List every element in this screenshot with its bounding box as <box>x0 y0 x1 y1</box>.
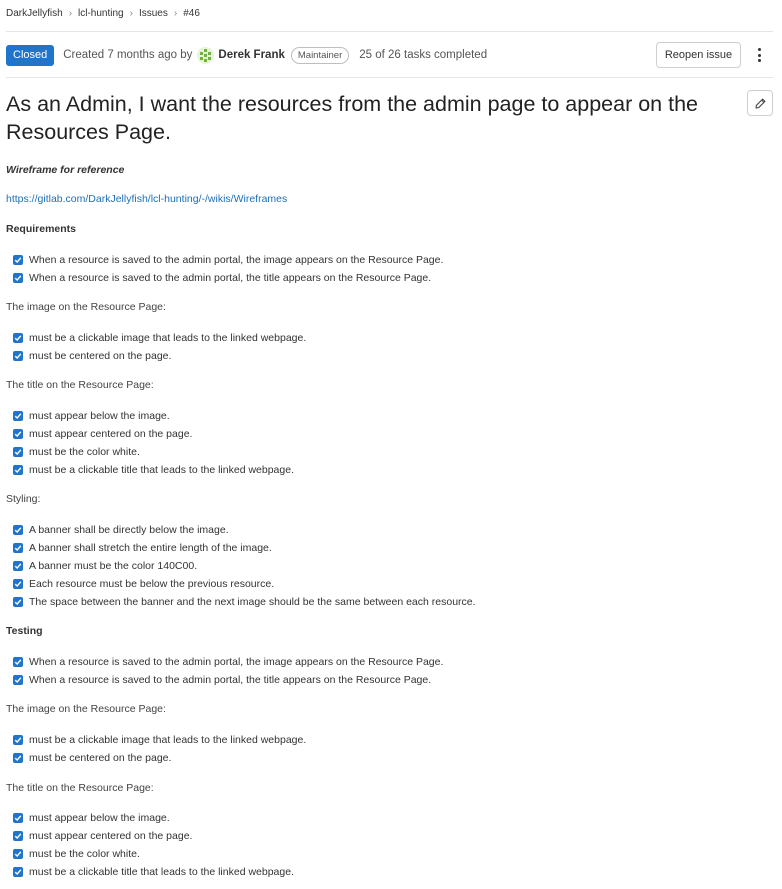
breadcrumb-item-issues[interactable]: Issues <box>139 8 168 19</box>
checkbox-checked-icon[interactable] <box>13 351 23 361</box>
checkbox-checked-icon[interactable] <box>13 333 23 343</box>
chevron-right-icon: › <box>129 8 133 19</box>
checkbox-checked-icon[interactable] <box>13 543 23 553</box>
breadcrumb: DarkJellyfish › lcl-hunting › Issues › #… <box>6 8 200 19</box>
checkbox-checked-icon[interactable] <box>13 597 23 607</box>
wireframe-heading: Wireframe for reference <box>6 164 125 176</box>
task-item[interactable]: must appear below the image. <box>13 410 170 422</box>
checkbox-checked-icon[interactable] <box>13 273 23 283</box>
task-text: A banner shall stretch the entire length… <box>29 542 272 554</box>
task-text: must be a clickable title that leads to … <box>29 866 294 878</box>
breadcrumb-item-project[interactable]: lcl-hunting <box>78 8 124 19</box>
task-item[interactable]: When a resource is saved to the admin po… <box>13 656 443 668</box>
requirements-heading: Requirements <box>6 223 77 235</box>
task-item[interactable]: A banner must be the color 140C00. <box>13 560 197 572</box>
task-text: must appear below the image. <box>29 812 170 824</box>
section-heading: The title on the Resource Page: <box>6 782 154 794</box>
task-item[interactable]: must be the color white. <box>13 848 140 860</box>
task-item[interactable]: must be centered on the page. <box>13 752 171 764</box>
task-text: When a resource is saved to the admin po… <box>29 674 432 686</box>
task-text: must appear centered on the page. <box>29 428 193 440</box>
checkbox-checked-icon[interactable] <box>13 735 23 745</box>
testing-heading: Testing <box>6 625 43 637</box>
task-text: When a resource is saved to the admin po… <box>29 656 444 668</box>
task-text: A banner must be the color 140C00. <box>29 560 198 572</box>
reopen-issue-button[interactable]: Reopen issue <box>656 42 741 68</box>
section-heading: The image on the Resource Page: <box>6 301 166 313</box>
checkbox-checked-icon[interactable] <box>13 465 23 475</box>
chevron-right-icon: › <box>173 8 178 19</box>
section-heading: The image on the Resource Page: <box>6 703 166 715</box>
task-item[interactable]: must be a clickable image that leads to … <box>13 734 306 746</box>
pencil-icon <box>755 98 765 108</box>
section-heading: Styling: <box>6 493 41 505</box>
checkbox-checked-icon[interactable] <box>13 849 23 859</box>
task-text: must be a clickable image that leads to … <box>29 734 307 746</box>
checkbox-checked-icon[interactable] <box>13 831 23 841</box>
checkbox-checked-icon[interactable] <box>13 411 23 421</box>
task-item[interactable]: must be centered on the page. <box>13 350 171 362</box>
kebab-menu-icon[interactable] <box>752 45 766 65</box>
task-item[interactable]: Each resource must be below the previous… <box>13 578 274 590</box>
task-text: must appear below the image. <box>29 410 170 422</box>
task-text: Each resource must be below the previous… <box>29 578 275 590</box>
edit-button[interactable] <box>747 90 773 116</box>
task-item[interactable]: The space between the banner and the nex… <box>13 596 476 608</box>
task-item[interactable]: A banner shall stretch the entire length… <box>13 542 272 554</box>
checkbox-checked-icon[interactable] <box>13 255 23 265</box>
task-item[interactable]: When a resource is saved to the admin po… <box>13 272 431 284</box>
task-text: When a resource is saved to the admin po… <box>29 254 444 266</box>
task-item[interactable]: must appear below the image. <box>13 812 170 824</box>
checkbox-checked-icon[interactable] <box>13 657 23 667</box>
wireframe-link[interactable]: https://gitlab.com/DarkJellyfish/lcl-hun… <box>6 193 287 205</box>
task-item[interactable]: must be a clickable image that leads to … <box>13 332 306 344</box>
task-item[interactable]: must be a clickable title that leads to … <box>13 866 294 878</box>
task-item[interactable]: When a resource is saved to the admin po… <box>13 674 431 686</box>
task-item[interactable]: When a resource is saved to the admin po… <box>13 254 443 266</box>
task-text: must appear centered on the page. <box>29 830 193 842</box>
divider <box>6 77 773 78</box>
divider <box>6 31 773 32</box>
task-text: When a resource is saved to the admin po… <box>29 272 432 284</box>
avatar[interactable] <box>197 46 215 64</box>
section-heading: The title on the Resource Page: <box>6 379 154 391</box>
task-item[interactable]: must appear centered on the page. <box>13 428 192 440</box>
task-text: must be the color white. <box>29 446 140 458</box>
role-badge: Maintainer <box>290 46 350 64</box>
task-item[interactable]: must appear centered on the page. <box>13 830 192 842</box>
task-text: The space between the banner and the nex… <box>29 596 476 608</box>
task-text: must be a clickable image that leads to … <box>29 332 307 344</box>
checkbox-checked-icon[interactable] <box>13 525 23 535</box>
task-text: must be a clickable title that leads to … <box>29 464 294 476</box>
task-item[interactable]: A banner shall be directly below the ima… <box>13 524 229 536</box>
checkbox-checked-icon[interactable] <box>13 675 23 685</box>
task-text: A banner shall be directly below the ima… <box>29 524 229 536</box>
task-text: must be centered on the page. <box>29 752 172 764</box>
task-progress: 25 of 26 tasks completed <box>359 49 488 61</box>
checkbox-checked-icon[interactable] <box>13 753 23 763</box>
issue-title: As an Admin, I want the resources from t… <box>6 92 698 144</box>
author-link[interactable]: Derek Frank <box>218 49 284 61</box>
created-text: Created 7 months ago by <box>63 49 193 61</box>
checkbox-checked-icon[interactable] <box>13 867 23 877</box>
task-item[interactable]: must be the color white. <box>13 446 140 458</box>
status-badge: Closed <box>6 44 55 66</box>
task-text: must be the color white. <box>29 848 140 860</box>
checkbox-checked-icon[interactable] <box>13 447 23 457</box>
checkbox-checked-icon[interactable] <box>13 561 23 571</box>
task-item[interactable]: must be a clickable title that leads to … <box>13 464 294 476</box>
checkbox-checked-icon[interactable] <box>13 429 23 439</box>
breadcrumb-item-issue-number[interactable]: #46 <box>183 8 200 19</box>
issue-status-row: Closed Created 7 months ago by Derek Fra… <box>6 44 487 66</box>
task-text: must be centered on the page. <box>29 350 172 362</box>
chevron-right-icon: › <box>68 8 73 19</box>
breadcrumb-item-group[interactable]: DarkJellyfish <box>6 8 63 19</box>
checkbox-checked-icon[interactable] <box>13 813 23 823</box>
checkbox-checked-icon[interactable] <box>13 579 23 589</box>
